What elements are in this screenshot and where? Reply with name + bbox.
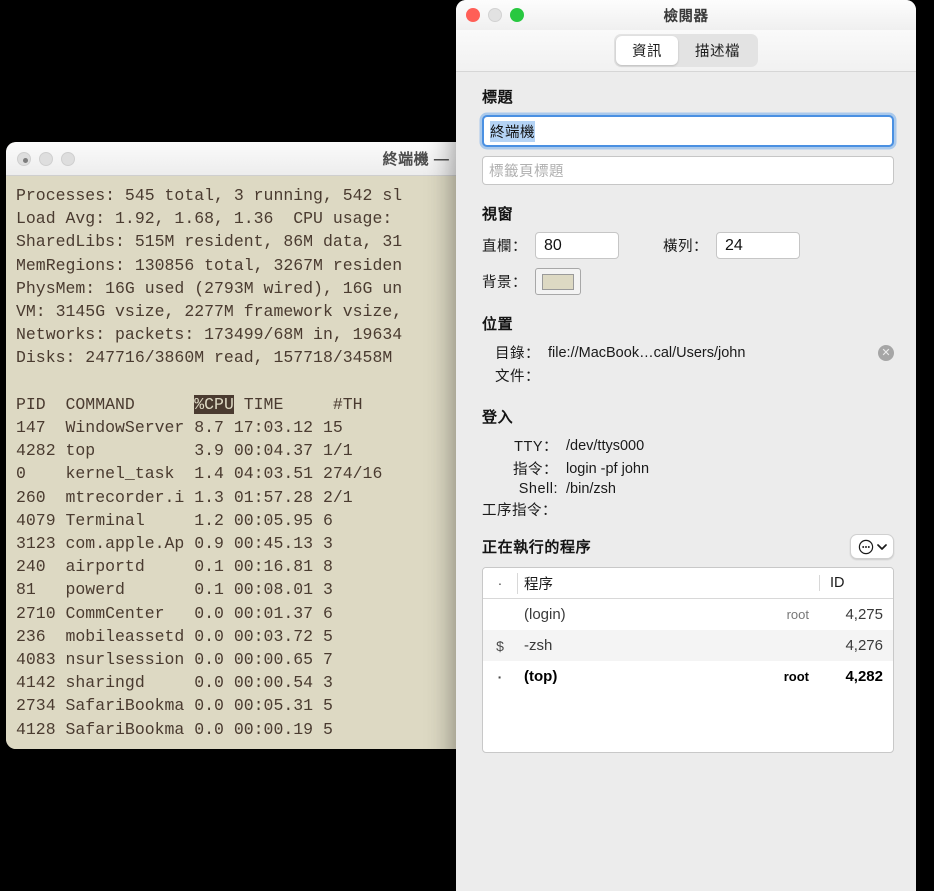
title-section-heading: 標題 [482,86,894,107]
directory-row: 目錄： file://MacBook…cal/Users/john ✕ [482,342,894,363]
more-circle-icon [858,539,874,555]
processes-section-header: 正在執行的程序 [482,534,894,559]
processes-section-heading: 正在執行的程序 [482,536,591,557]
rows-label: 橫列： [663,235,708,256]
command-label: 指令： [482,458,558,479]
minimize-button[interactable] [39,152,53,166]
process-name: (top) [517,668,784,685]
window-title-value: 終端機 [490,121,535,142]
location-section-heading: 位置 [482,313,894,334]
close-button[interactable] [17,152,31,166]
document-label: 文件： [482,365,540,386]
table-row[interactable]: ·(top)root4,282 [483,661,893,692]
process-user: root [787,607,819,622]
shell-value: /bin/zsh [566,481,616,497]
marker-column-header: · [483,575,517,591]
process-name: (login) [517,606,787,623]
directory-value: file://MacBook…cal/Users/john [548,345,745,361]
inspector-content: 標題 終端機 標籤頁標題 視窗 直欄： 80 橫列： 24 背景： 位置 目錄：… [456,72,916,891]
tty-label: TTY： [482,435,558,456]
terminal-traffic-lights [17,152,75,166]
running-processes-table[interactable]: · 程序 ID (login)root4,275$-zsh4,276·(top)… [482,567,894,753]
window-title-input[interactable]: 終端機 [482,115,894,147]
zoom-button[interactable] [510,8,524,22]
table-row[interactable]: (login)root4,275 [483,599,893,630]
document-row: 文件： [482,365,894,386]
shell-row: Shell: /bin/zsh [482,481,894,497]
table-header-row: · 程序 ID [483,568,893,599]
background-label: 背景： [482,271,527,292]
tab-title-input[interactable]: 標籤頁標題 [482,156,894,185]
process-name: -zsh [517,637,809,654]
background-color-chip [542,274,574,290]
row-marker: · [483,669,517,685]
inspector-tabbar: 資訊 描述檔 [456,30,916,72]
inspector-window[interactable]: 檢閱器 資訊 描述檔 標題 終端機 標籤頁標題 視窗 直欄： 80 橫列： 24… [456,0,916,891]
rows-input[interactable]: 24 [716,232,800,259]
table-row[interactable]: $-zsh 4,276 [483,630,893,661]
inspector-traffic-lights [466,8,524,22]
window-section-heading: 視窗 [482,203,894,224]
login-section-heading: 登入 [482,406,894,427]
process-id: 4,282 [819,668,893,685]
tab-profile[interactable]: 描述檔 [679,36,756,65]
tty-row: TTY： /dev/ttys000 [482,435,894,456]
process-user: root [784,669,819,684]
background-color-well[interactable] [535,268,581,295]
clear-directory-icon[interactable]: ✕ [878,345,894,361]
process-id: 4,276 [819,637,893,654]
command-row: 指令： login -pf john [482,458,894,479]
chevron-down-icon [877,543,887,551]
process-command-label: 工序指令： [482,499,557,520]
tab-title-placeholder: 標籤頁標題 [489,160,564,181]
process-id: 4,275 [819,606,893,623]
inspector-titlebar[interactable]: 檢閱器 [456,0,916,30]
directory-label: 目錄： [482,342,540,363]
command-value: login -pf john [566,461,649,477]
tab-info[interactable]: 資訊 [616,36,678,65]
name-column-header[interactable]: 程序 [517,573,819,594]
columns-label: 直欄： [482,235,527,256]
process-command-row: 工序指令： [482,499,894,520]
row-marker: $ [483,638,517,654]
inspector-window-title: 檢閱器 [664,5,709,26]
cpu-sort-column-header[interactable]: %CPU [194,395,234,414]
close-button[interactable] [466,8,480,22]
columns-input[interactable]: 80 [535,232,619,259]
shell-label: Shell: [482,481,558,497]
id-column-header[interactable]: ID [819,575,893,591]
segmented-control: 資訊 描述檔 [614,34,758,67]
minimize-button[interactable] [488,8,502,22]
tty-value: /dev/ttys000 [566,438,644,454]
zoom-button[interactable] [61,152,75,166]
options-button[interactable] [850,534,894,559]
